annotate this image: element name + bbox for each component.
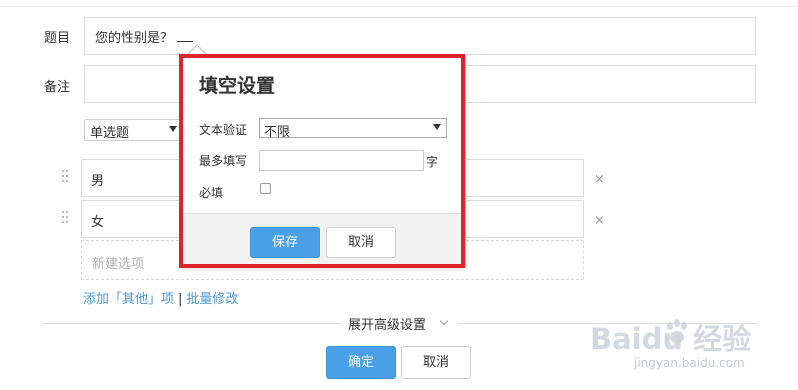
required-checkbox[interactable] [260, 183, 271, 194]
drag-handle-icon[interactable] [62, 170, 68, 186]
chevron-down-icon[interactable] [439, 316, 449, 326]
add-other-link[interactable]: 添加「其他」项 [83, 292, 174, 307]
popup-footer [182, 213, 465, 267]
top-divider [0, 6, 798, 7]
question-type-select[interactable]: 单选题 [84, 119, 184, 141]
validation-value: 不限 [264, 125, 291, 140]
paw-icon [667, 319, 687, 343]
validation-label: 文本验证 [199, 123, 248, 137]
remove-option-icon[interactable]: × [594, 213, 605, 228]
blank-placeholder[interactable] [177, 29, 194, 42]
caret-down-icon [433, 124, 441, 130]
required-label: 必填 [199, 186, 224, 200]
popup-arrow-inner [187, 46, 207, 56]
caret-down-icon [169, 126, 177, 132]
note-label: 备注 [44, 80, 71, 95]
option-text: 女 [91, 215, 105, 230]
drag-handle-icon[interactable] [62, 211, 68, 227]
new-option-placeholder: 新建选项 [92, 257, 145, 272]
validation-select[interactable]: 不限 [259, 118, 447, 140]
confirm-button[interactable]: 确定 [326, 346, 396, 379]
max-length-unit: 字 [426, 155, 439, 169]
save-button[interactable]: 保存 [250, 227, 320, 258]
divider-left [44, 323, 340, 324]
popup-cancel-button[interactable]: 取消 [326, 227, 396, 258]
cancel-button[interactable]: 取消 [401, 346, 471, 379]
title-label: 题目 [44, 31, 71, 46]
title-input-value: 您的性别是？ [95, 31, 174, 46]
link-separator: | [178, 292, 183, 307]
option-text: 男 [91, 174, 105, 189]
advanced-settings-toggle[interactable]: 展开高级设置 [348, 314, 426, 333]
title-input[interactable]: 您的性别是？ [84, 17, 756, 55]
remove-option-icon[interactable]: × [594, 172, 605, 187]
bulk-edit-link[interactable]: 批量修改 [186, 292, 238, 307]
popup-title: 填空设置 [199, 75, 276, 97]
watermark-url: jingyan.baidu.com [634, 356, 745, 370]
question-type-value: 单选题 [90, 126, 130, 141]
max-length-input[interactable] [259, 150, 424, 171]
option-links: 添加「其他」项 | 批量修改 [83, 288, 238, 307]
max-length-label: 最多填写 [199, 154, 248, 168]
